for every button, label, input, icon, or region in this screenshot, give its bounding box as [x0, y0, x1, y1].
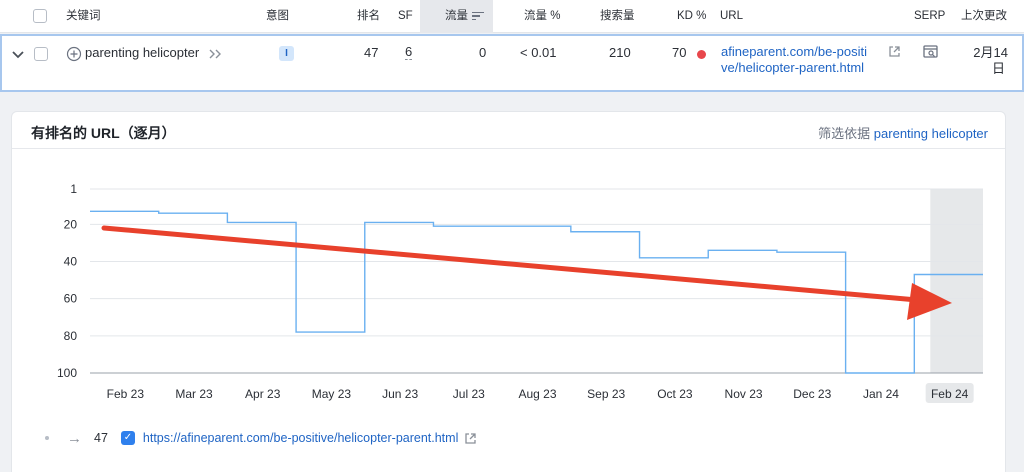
serp-snapshot-icon[interactable]	[923, 45, 938, 59]
col-traffic-label: 流量	[445, 10, 468, 22]
col-keyword[interactable]: 关键词	[66, 0, 101, 33]
traffic-pct-value: < 0.01	[520, 45, 557, 60]
kd-difficulty-dot	[697, 50, 706, 59]
rank-value: 47	[364, 45, 379, 60]
last-update-line-2: 日	[991, 61, 1005, 76]
col-traffic[interactable]: 流量	[420, 0, 493, 33]
row-checkbox[interactable]	[34, 47, 48, 61]
last-update-line-1: 2月14	[973, 45, 1008, 60]
x-tick-label: Oct 23	[657, 387, 693, 401]
keyword-link[interactable]: parenting helicopter	[85, 45, 199, 60]
x-tick-label: Jul 23	[453, 387, 485, 401]
y-tick-label: 1	[70, 182, 77, 196]
y-tick-label: 80	[64, 329, 78, 343]
x-tick-label: Jan 24	[863, 387, 899, 401]
table-header: 关键词 意图 排名 SF 流量 流量 % 搜索量 KD % URL SERP 上…	[0, 0, 1024, 33]
url-line-2: ve/helicopter-parent.html	[721, 60, 865, 75]
col-sf[interactable]: SF	[398, 0, 413, 33]
add-keyword-icon[interactable]	[66, 46, 82, 62]
x-tick-label: Nov 23	[725, 387, 763, 401]
table-row: parenting helicopter I 47 6 0 < 0.01 210…	[0, 34, 1024, 92]
ranking-urls-panel: 有排名的 URL（逐月） 筛选依据 parenting helicopter 1…	[11, 111, 1006, 472]
select-all-checkbox[interactable]	[33, 9, 47, 23]
filter-label: 筛选依据	[818, 126, 874, 141]
x-tick-label: May 23	[312, 387, 352, 401]
external-link-icon[interactable]	[464, 432, 477, 445]
highlight-band	[930, 189, 983, 373]
traffic-value: 0	[479, 45, 487, 60]
panel-divider	[12, 148, 1005, 149]
legend-url-link[interactable]: https://afineparent.com/be-positive/heli…	[143, 431, 458, 445]
sf-value[interactable]: 6	[405, 45, 413, 60]
url-link[interactable]: afineparent.com/be-positi ve/helicopter-…	[721, 44, 881, 76]
y-tick-label: 60	[64, 292, 78, 306]
x-tick-label: Apr 23	[245, 387, 281, 401]
col-volume[interactable]: 搜索量	[600, 0, 635, 33]
kd-value: 70	[672, 45, 687, 60]
col-url: URL	[720, 10, 744, 22]
x-tick-label: Feb 23	[107, 387, 145, 401]
volume-value: 210	[609, 45, 631, 60]
x-tick-label: Sep 23	[587, 387, 625, 401]
col-last-update[interactable]: 上次更改	[961, 0, 1007, 33]
filter-keyword-link[interactable]: parenting helicopter	[874, 126, 988, 141]
ranking-chart: 1 20 40 60 80 100 Feb 23 Mar 23 Apr 23 May 23 Jun …	[57, 182, 983, 403]
col-rank[interactable]: 排名	[357, 0, 380, 33]
url-line-1: afineparent.com/be-positi	[721, 44, 867, 59]
intent-badge[interactable]: I	[279, 46, 294, 61]
arrow-right-icon: →	[67, 429, 82, 447]
y-tick-label: 100	[57, 366, 77, 380]
col-traffic-pct[interactable]: 流量 %	[524, 0, 560, 33]
double-chevron-right-icon[interactable]	[209, 49, 223, 59]
col-serp: SERP	[914, 10, 946, 22]
legend-row: → 47 ✓ https://afineparent.com/be-positi…	[45, 429, 477, 447]
panel-filter: 筛选依据 parenting helicopter	[818, 123, 988, 142]
last-update-value: 2月14 日	[970, 45, 1008, 77]
series-checkbox[interactable]: ✓	[120, 431, 135, 445]
x-tick-label: Jun 23	[382, 387, 418, 401]
x-tick-label: Dec 23	[793, 387, 831, 401]
bullet-icon	[45, 436, 49, 440]
y-tick-label: 20	[64, 217, 78, 231]
col-intent[interactable]: 意图	[266, 0, 289, 33]
legend-rank: 47	[94, 431, 108, 445]
sort-icon	[472, 11, 484, 21]
x-tick-label: Feb 24	[931, 387, 969, 401]
external-link-icon[interactable]	[888, 45, 901, 58]
x-tick-label: Aug 23	[518, 387, 556, 401]
panel-title: 有排名的 URL（逐月）	[31, 125, 176, 141]
x-tick-label: Mar 23	[175, 387, 213, 401]
chevron-down-icon[interactable]	[12, 50, 24, 60]
y-tick-label: 40	[64, 254, 78, 268]
trend-arrow-shaft	[101, 225, 920, 303]
col-kd[interactable]: KD %	[677, 0, 706, 33]
